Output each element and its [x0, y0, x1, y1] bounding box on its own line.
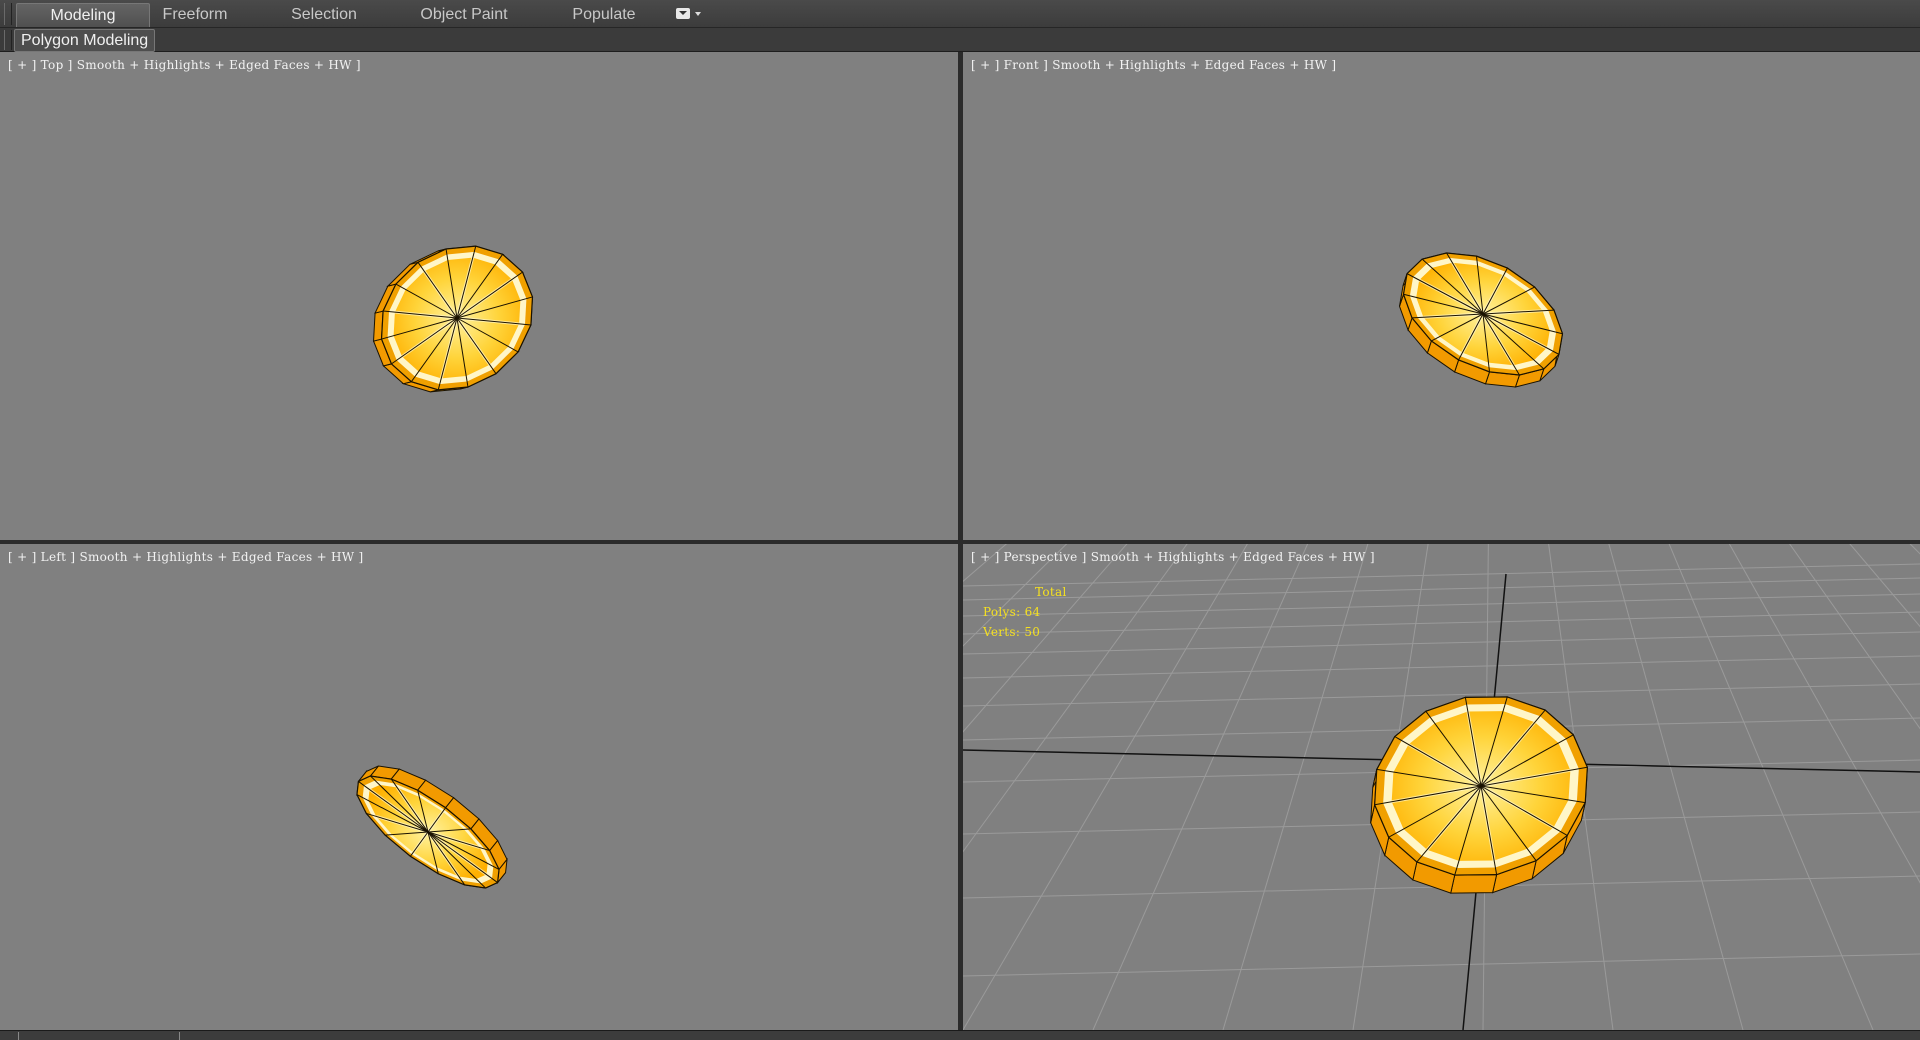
viewport-label[interactable]: [ + ] Left ] Smooth + Highlights + Edged…	[8, 550, 364, 564]
left-view-scene	[356, 765, 508, 889]
ribbon-minimize-icon[interactable]	[676, 8, 704, 22]
time-slider[interactable]	[18, 1032, 180, 1040]
ribbon-tab-bar: Modeling Freeform Selection Object Paint…	[0, 0, 1920, 28]
viewport-front[interactable]: [ + ] Front ] Smooth + Highlights + Edge…	[963, 52, 1920, 540]
ribbon-grip[interactable]	[4, 3, 12, 25]
tab-object-paint[interactable]: Object Paint	[408, 3, 520, 26]
stats-verts: Verts: 50	[983, 625, 1041, 639]
top-view-scene	[372, 245, 534, 393]
polys-count: 64	[1024, 605, 1041, 619]
viewport-label[interactable]: [ + ] Perspective ] Smooth + Highlights …	[971, 550, 1375, 564]
orange-slice-model[interactable]	[1370, 696, 1588, 894]
panel-grip[interactable]	[4, 30, 12, 50]
scene-statistics: Total Polys: 64 Verts: 50	[983, 582, 1067, 642]
orange-slice-model[interactable]	[356, 765, 508, 889]
viewport-label[interactable]: [ + ] Top ] Smooth + Highlights + Edged …	[8, 58, 361, 72]
viewport-top[interactable]: [ + ] Top ] Smooth + Highlights + Edged …	[0, 52, 958, 540]
view-name: Left	[40, 550, 67, 564]
tab-freeform[interactable]: Freeform	[150, 3, 240, 26]
viewport-label[interactable]: [ + ] Front ] Smooth + Highlights + Edge…	[971, 58, 1336, 72]
stats-polys: Polys: 64	[983, 605, 1041, 619]
perspective-view-scene	[963, 544, 1920, 1030]
view-name: Perspective	[1003, 550, 1078, 564]
view-name: Top	[40, 58, 64, 72]
viewport-perspective[interactable]: [ + ] Perspective ] Smooth + Highlights …	[963, 544, 1920, 1030]
time-slider-bar	[0, 1030, 1920, 1040]
view-name: Front	[1003, 58, 1040, 72]
orange-slice-model[interactable]	[372, 245, 534, 393]
verts-count: 50	[1024, 625, 1041, 639]
shading-mode: Smooth + Highlights + Edged Faces + HW	[1052, 58, 1328, 72]
shading-mode: Smooth + Highlights + Edged Faces + HW	[79, 550, 355, 564]
front-view-scene	[1398, 252, 1564, 388]
viewport-grid: [ + ] Top ] Smooth + Highlights + Edged …	[0, 52, 1920, 1030]
stats-title: Total	[1035, 585, 1067, 599]
tab-populate[interactable]: Populate	[556, 3, 652, 26]
viewport-left[interactable]: [ + ] Left ] Smooth + Highlights + Edged…	[0, 544, 958, 1030]
tab-selection[interactable]: Selection	[276, 3, 372, 26]
shading-mode: Smooth + Highlights + Edged Faces + HW	[1090, 550, 1366, 564]
polygon-modeling-panel[interactable]: Polygon Modeling	[14, 29, 156, 52]
shading-mode: Smooth + Highlights + Edged Faces + HW	[76, 58, 352, 72]
orange-slice-model[interactable]	[1398, 252, 1564, 388]
tab-modeling[interactable]: Modeling	[16, 3, 150, 27]
app-window: Modeling Freeform Selection Object Paint…	[0, 0, 1920, 1040]
ribbon-panel-row: Polygon Modeling	[0, 28, 1920, 52]
